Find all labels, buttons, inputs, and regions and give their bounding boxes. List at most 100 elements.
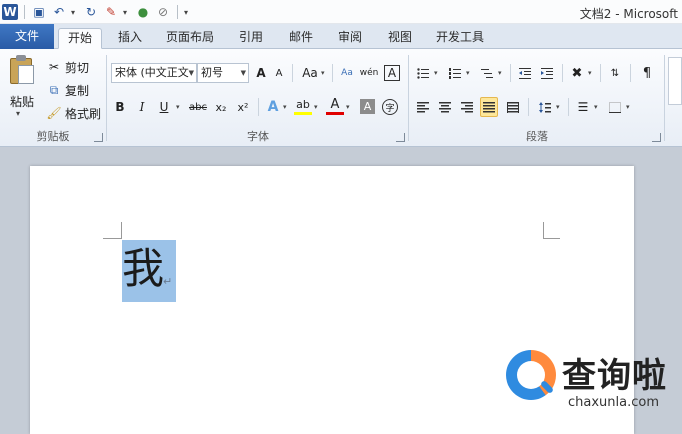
window-title: 文档2 - Microsoft	[579, 7, 678, 21]
text-effects-caret[interactable]: ▾	[283, 103, 287, 111]
tab-view[interactable]: 视图	[378, 28, 422, 49]
font-color-caret[interactable]: ▾	[346, 103, 350, 111]
tab-review[interactable]: 审阅	[328, 28, 372, 49]
word-app-icon[interactable]: W	[2, 4, 18, 20]
undo-dropdown-caret[interactable]: ▾	[71, 8, 79, 17]
align-right-button[interactable]	[458, 97, 476, 117]
clear-formatting-button[interactable]: Aa	[338, 63, 356, 83]
multilevel-list-caret[interactable]: ▾	[498, 69, 502, 77]
paste-icon[interactable]	[10, 55, 36, 85]
shading-button[interactable]: ☰	[574, 97, 592, 117]
change-case-caret[interactable]: ▾	[321, 69, 325, 77]
change-case-button[interactable]: Aa	[298, 63, 322, 83]
format-painter-label: 格式刷	[65, 106, 102, 121]
save-icon[interactable]: ▣	[31, 4, 47, 20]
bullets-button[interactable]	[414, 63, 432, 83]
font-name-combo[interactable]: 宋体 (中文正文 ▼	[111, 63, 197, 83]
multilevel-list-icon	[481, 68, 493, 78]
chinese-layout-button[interactable]: ✖	[568, 63, 586, 83]
crop-mark-top-right	[543, 238, 560, 239]
strikethrough-button[interactable]: abc	[186, 97, 210, 117]
character-border-button[interactable]: A	[384, 65, 400, 81]
shading-caret[interactable]: ▾	[594, 103, 598, 111]
tab-insert[interactable]: 插入	[108, 28, 152, 49]
color-circle-icon[interactable]: ●	[135, 4, 151, 20]
line-spacing-caret[interactable]: ▾	[556, 103, 560, 111]
tab-page-layout[interactable]: 页面布局	[160, 28, 220, 49]
bullets-icon	[417, 67, 429, 79]
enclose-characters-button[interactable]: 字	[382, 99, 398, 115]
watermark-logo-icon	[506, 350, 556, 400]
font-dialog-launcher[interactable]	[396, 133, 405, 142]
cut-button[interactable]: ✂ 剪切	[46, 57, 89, 77]
highlight-color-button[interactable]: ab	[294, 97, 312, 115]
group-divider	[106, 55, 107, 141]
italic-button[interactable]: I	[133, 97, 151, 117]
qat-separator	[24, 5, 25, 19]
bold-button[interactable]: B	[111, 97, 129, 117]
font-color-button[interactable]: A	[326, 97, 344, 115]
align-center-icon	[439, 101, 451, 112]
sort-button[interactable]: ⇅	[606, 63, 624, 83]
paintbrush-dropdown-caret[interactable]: ▾	[123, 8, 131, 17]
increase-indent-button[interactable]	[538, 63, 556, 83]
undo-icon[interactable]: ↶	[51, 4, 67, 20]
font-size-combo[interactable]: 初号 ▼	[197, 63, 249, 83]
text-effects-button[interactable]: A	[264, 97, 282, 117]
paragraph-dialog-launcher[interactable]	[652, 133, 661, 142]
clipboard-dialog-launcher[interactable]	[94, 133, 103, 142]
font-name-dropdown-caret[interactable]: ▼	[189, 64, 194, 82]
separator	[258, 98, 259, 116]
format-painter-button[interactable]: 🖌 格式刷	[46, 103, 101, 123]
distributed-button[interactable]	[504, 97, 522, 117]
crop-mark-top-right	[543, 222, 544, 239]
highlight-color-caret[interactable]: ▾	[314, 103, 318, 111]
decrease-indent-button[interactable]	[516, 63, 534, 83]
watermark: 查询啦 chaxunla.com	[506, 346, 676, 416]
ribbon-tab-bar: 文件 开始 插入 页面布局 引用 邮件 审阅 视图 开发工具	[0, 24, 682, 49]
quick-access-toolbar: W ▣ ↶ ▾ ↻ ✎ ▾ ● ⊘ ▾	[2, 2, 192, 22]
clipboard-group: 粘贴 ▾ ✂ 剪切 ⧉ 复制 🖌 格式刷 剪贴板	[0, 51, 106, 145]
watermark-text: 查询啦	[562, 356, 667, 396]
justify-button[interactable]	[480, 97, 498, 117]
chinese-layout-caret[interactable]: ▾	[588, 69, 592, 77]
font-size-dropdown-caret[interactable]: ▼	[241, 64, 246, 82]
customize-qat-caret[interactable]: ▾	[184, 8, 192, 17]
borders-button[interactable]	[606, 97, 624, 117]
styles-gallery-edge[interactable]	[668, 57, 682, 105]
subscript-button[interactable]: x₂	[212, 97, 230, 117]
line-spacing-button[interactable]	[536, 97, 554, 117]
align-left-button[interactable]	[414, 97, 432, 117]
paste-dropdown-caret[interactable]: ▾	[16, 109, 20, 118]
show-hide-marks-button[interactable]: ¶	[638, 63, 656, 83]
character-shading-button[interactable]: A	[360, 99, 375, 114]
numbering-button[interactable]	[446, 63, 464, 83]
borders-icon	[609, 101, 621, 113]
bullets-caret[interactable]: ▾	[434, 69, 438, 77]
paragraph-group-label: 段落	[526, 130, 548, 143]
clear-icon[interactable]: ⊘	[155, 4, 171, 20]
copy-button[interactable]: ⧉ 复制	[46, 80, 89, 100]
underline-button[interactable]: U	[155, 97, 173, 117]
tab-home[interactable]: 开始	[58, 28, 102, 49]
shrink-font-button[interactable]: A	[270, 63, 288, 83]
paste-button[interactable]: 粘贴	[10, 93, 34, 110]
selected-character[interactable]: 我	[122, 243, 164, 295]
superscript-button[interactable]: x²	[234, 97, 252, 117]
paintbrush-icon[interactable]: ✎	[103, 4, 119, 20]
phonetic-guide-button[interactable]: wén	[360, 63, 379, 83]
grow-font-button[interactable]: A	[252, 63, 270, 83]
borders-caret[interactable]: ▾	[626, 103, 630, 111]
numbering-caret[interactable]: ▾	[466, 69, 470, 77]
tab-file[interactable]: 文件	[0, 24, 54, 49]
scissors-icon: ✂	[48, 60, 60, 74]
align-center-button[interactable]	[436, 97, 454, 117]
tab-mailings[interactable]: 邮件	[279, 28, 323, 49]
tab-references[interactable]: 引用	[229, 28, 273, 49]
multilevel-list-button[interactable]	[478, 63, 496, 83]
font-group-label: 字体	[247, 130, 269, 143]
tab-developer[interactable]: 开发工具	[428, 28, 492, 49]
redo-icon[interactable]: ↻	[83, 4, 99, 20]
align-right-icon	[461, 101, 473, 112]
underline-style-caret[interactable]: ▾	[176, 103, 180, 111]
